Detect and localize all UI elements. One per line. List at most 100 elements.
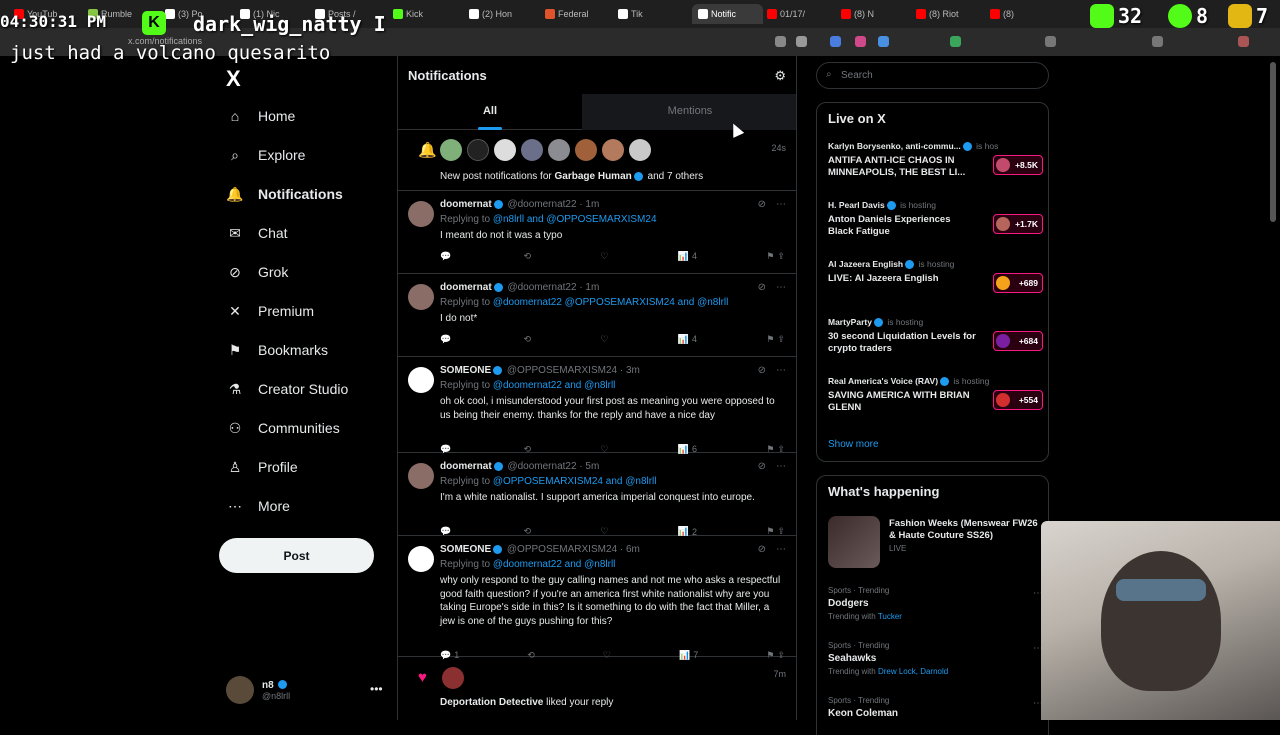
trend-item[interactable]: Sports · Trending Dodgers Trending with … — [828, 586, 1043, 621]
more-icon[interactable]: ⋯ — [776, 199, 786, 210]
tweet-author-name[interactable]: doomernat — [440, 282, 492, 293]
nav-item-creator-studio[interactable]: ⚗ Creator Studio — [226, 380, 349, 398]
tweet-author-name[interactable]: doomernat — [440, 199, 492, 210]
extension-icon[interactable] — [830, 36, 841, 47]
trend-related-link[interactable]: Tucker — [878, 612, 902, 621]
trend-item[interactable]: Sports · Trending Keon Coleman ⋯ — [828, 696, 1043, 722]
live-listener-badge[interactable]: +689 — [993, 273, 1043, 293]
trend-related-link[interactable]: Drew Lock, Darnold — [878, 667, 948, 676]
avatar[interactable] — [602, 139, 624, 161]
tweet-author-name[interactable]: doomernat — [440, 461, 492, 472]
live-space-item[interactable]: MartyParty is hosting 30 second Liquidat… — [828, 317, 1043, 355]
reply-mention-link[interactable]: @doomernat22 and @n8lrll — [493, 380, 616, 391]
tweet-card[interactable]: doomernat @doomernat22 · 1m ⊘ ⋯ Replying… — [398, 191, 796, 274]
tab-mentions[interactable]: Mentions — [582, 94, 796, 130]
gear-icon[interactable]: ⚙ — [774, 68, 786, 84]
bookmark-button[interactable]: ⚑ ⇪ — [766, 251, 785, 262]
trend-item[interactable]: Sports · Trending Seahawks Trending with… — [828, 641, 1043, 676]
nav-item-notifications[interactable]: 🔔 Notifications — [226, 185, 343, 203]
browser-tab[interactable]: Tik — [618, 4, 688, 24]
notification-user-name[interactable]: Deportation Detective — [440, 697, 543, 708]
live-listener-badge[interactable]: +554 — [993, 390, 1043, 410]
grok-icon[interactable]: ⊘ — [758, 199, 766, 210]
install-icon[interactable] — [775, 36, 786, 47]
reply-button[interactable]: 💬 — [440, 334, 454, 345]
avatar[interactable] — [408, 201, 434, 227]
tweet-time[interactable]: · 1m — [579, 199, 599, 210]
avatar[interactable] — [494, 139, 516, 161]
browser-tab[interactable]: Notific — [692, 4, 763, 24]
like-notification[interactable]: ♥ 7m Deportation Detective liked your re… — [398, 657, 796, 720]
x-logo[interactable]: X — [226, 66, 241, 92]
nav-item-bookmarks[interactable]: ⚑ Bookmarks — [226, 341, 328, 359]
tweet-author-handle[interactable]: @OPPOSEMARXISM24 · 3m — [507, 365, 640, 376]
tweet-author-handle[interactable]: @doomernat22 — [507, 199, 576, 210]
views-button[interactable]: 📊 4 — [678, 251, 697, 262]
browser-tab[interactable]: (8) N — [841, 4, 912, 24]
repost-button[interactable]: ⟲ — [524, 251, 532, 262]
group-notification[interactable]: 🔔 24s New post notifications for Garbage… — [398, 131, 796, 191]
scrollbar[interactable] — [1270, 62, 1276, 222]
extension-icon[interactable] — [950, 36, 961, 47]
tweet-author-name[interactable]: SOMEONE — [440, 544, 491, 555]
avatar[interactable] — [408, 284, 434, 310]
grok-icon[interactable]: ⊘ — [758, 544, 766, 555]
browser-tab[interactable]: (8) — [990, 4, 1060, 24]
avatar[interactable] — [521, 139, 543, 161]
tab-all[interactable]: All — [398, 94, 582, 130]
live-space-item[interactable]: H. Pearl Davis is hosting Anton Daniels … — [828, 200, 1043, 238]
nav-item-more[interactable]: ⋯ More — [226, 497, 290, 515]
bookmark-button[interactable]: ⚑ ⇪ — [766, 334, 785, 345]
trend-thumbnail[interactable] — [828, 516, 880, 568]
live-listener-badge[interactable]: +8.5K — [993, 155, 1043, 175]
tweet-card[interactable]: doomernat @doomernat22 · 1m ⊘ ⋯ Replying… — [398, 274, 796, 357]
grok-icon[interactable]: ⊘ — [758, 365, 766, 376]
avatar[interactable] — [442, 667, 464, 689]
show-more-link[interactable]: Show more — [828, 439, 879, 450]
avatar[interactable] — [440, 139, 462, 161]
reply-mention-link[interactable]: @OPPOSEMARXISM24 and @n8lrll — [493, 476, 657, 487]
notification-user-name[interactable]: Garbage Human — [555, 171, 632, 182]
grok-icon[interactable]: ⊘ — [758, 461, 766, 472]
browser-tab[interactable]: Kick — [393, 4, 465, 24]
grok-icon[interactable]: ⊘ — [758, 282, 766, 293]
reply-button[interactable]: 💬 — [440, 251, 454, 262]
live-listener-badge[interactable]: +1.7K — [993, 214, 1043, 234]
browser-tab[interactable]: (2) Hon — [469, 4, 541, 24]
nav-item-grok[interactable]: ⊘ Grok — [226, 263, 288, 281]
nav-item-chat[interactable]: ✉ Chat — [226, 224, 287, 242]
avatar[interactable] — [467, 139, 489, 161]
tweet-card[interactable]: SOMEONE @OPPOSEMARXISM24 · 6m ⊘ ⋯ Replyi… — [398, 536, 796, 660]
profile-icon[interactable] — [1238, 36, 1249, 47]
avatar[interactable] — [408, 546, 434, 572]
nav-item-profile[interactable]: ♙ Profile — [226, 458, 298, 476]
live-listener-badge[interactable]: +684 — [993, 331, 1043, 351]
views-button[interactable]: 📊 4 — [678, 334, 697, 345]
reply-mention-link[interactable]: @n8lrll and @OPPOSEMARXISM24 — [493, 214, 657, 225]
tweet-card[interactable]: SOMEONE @OPPOSEMARXISM24 · 3m ⊘ ⋯ Replyi… — [398, 357, 796, 454]
live-space-item[interactable]: Real America's Voice (RAV) is hosting SA… — [828, 376, 1043, 414]
tweet-author-handle[interactable]: @OPPOSEMARXISM24 · 6m — [507, 544, 640, 555]
tweet-time[interactable]: · 1m — [579, 282, 599, 293]
live-space-item[interactable]: Karlyn Borysenko, anti-commu... is hosti… — [828, 141, 1043, 179]
browser-tab[interactable]: 01/17/ — [767, 4, 837, 24]
nav-item-explore[interactable]: ⌕ Explore — [226, 146, 305, 164]
nav-item-communities[interactable]: ⚇ Communities — [226, 419, 340, 437]
extension-icon[interactable] — [1045, 36, 1056, 47]
like-button[interactable]: ♡ — [600, 334, 608, 345]
extension-icon[interactable] — [1152, 36, 1163, 47]
search-input[interactable]: ⌕ Search — [816, 62, 1049, 89]
featured-trend-title[interactable]: Fashion Weeks (Menswear FW26 & Haute Cou… — [889, 518, 1039, 542]
more-icon[interactable]: ⋯ — [776, 544, 786, 555]
avatar[interactable] — [629, 139, 651, 161]
reply-mention-link[interactable]: @doomernat22 @OPPOSEMARXISM24 and @n8lrl… — [493, 297, 729, 308]
more-icon[interactable]: ⋯ — [776, 365, 786, 376]
extension-icon[interactable] — [855, 36, 866, 47]
live-space-item[interactable]: Al Jazeera English is hosting LIVE: Al J… — [828, 259, 1043, 293]
avatar[interactable] — [575, 139, 597, 161]
tweet-author-handle[interactable]: @doomernat22 — [507, 461, 576, 472]
share-icon[interactable]: ⇪ — [777, 251, 785, 262]
avatar[interactable] — [408, 367, 434, 393]
more-icon[interactable]: ⋯ — [776, 282, 786, 293]
extension-icon[interactable] — [878, 36, 889, 47]
